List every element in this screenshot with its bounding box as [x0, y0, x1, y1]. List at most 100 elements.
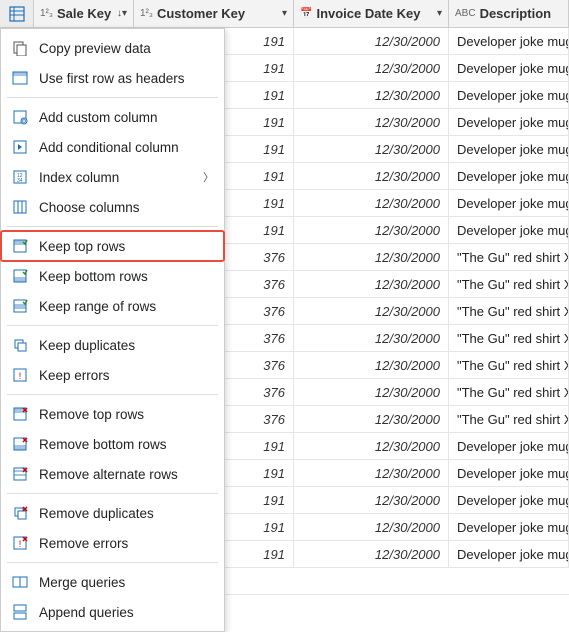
- column-header-customer-key[interactable]: 1²₃ Customer Key ▾: [134, 0, 294, 27]
- menu-keep-duplicates[interactable]: Keep duplicates: [1, 330, 224, 360]
- cell-description: "The Gu" red shirt X: [449, 352, 569, 379]
- menu-label: Keep range of rows: [39, 299, 214, 314]
- column-header-row: 1²₃ Sale Key ↓▾ 1²₃ Customer Key ▾ 📅 Inv…: [0, 0, 569, 28]
- remove-bottom-rows-icon: [11, 435, 29, 453]
- menu-separator: [7, 562, 218, 563]
- menu-label: Remove top rows: [39, 407, 214, 422]
- menu-keep-bottom-rows[interactable]: Keep bottom rows: [1, 261, 224, 291]
- cell-invoice-date-key: 12/30/2000: [294, 379, 449, 406]
- table-corner-button[interactable]: [0, 0, 34, 27]
- cell-invoice-date-key: 12/30/2000: [294, 352, 449, 379]
- menu-label: Remove duplicates: [39, 506, 214, 521]
- cell-description: "The Gu" red shirt X: [449, 271, 569, 298]
- column-header-invoice-date-key[interactable]: 📅 Invoice Date Key ▾: [294, 0, 449, 27]
- menu-index-column[interactable]: 1234 Index column 〉: [1, 162, 224, 192]
- menu-separator: [7, 325, 218, 326]
- keep-bottom-rows-icon: [11, 267, 29, 285]
- menu-use-first-row-as-headers[interactable]: Use first row as headers: [1, 63, 224, 93]
- cell-description: Developer joke mug: [449, 514, 569, 541]
- menu-label: Copy preview data: [39, 41, 214, 56]
- cell-description: Developer joke mug: [449, 190, 569, 217]
- svg-text:34: 34: [17, 178, 23, 184]
- copy-icon: [11, 39, 29, 57]
- menu-label: Remove errors: [39, 536, 214, 551]
- cell-invoice-date-key: 12/30/2000: [294, 541, 449, 568]
- cell-invoice-date-key: 12/30/2000: [294, 136, 449, 163]
- menu-remove-bottom-rows[interactable]: Remove bottom rows: [1, 429, 224, 459]
- table-context-menu: Copy preview data Use first row as heade…: [0, 28, 225, 632]
- cell-description: "The Gu" red shirt X: [449, 244, 569, 271]
- cell-description: Developer joke mug: [449, 82, 569, 109]
- column-header-description[interactable]: ABC Description: [449, 0, 569, 27]
- menu-append-queries[interactable]: Append queries: [1, 597, 224, 627]
- column-label: Description: [480, 6, 552, 21]
- menu-choose-columns[interactable]: Choose columns: [1, 192, 224, 222]
- sort-descending-icon[interactable]: ↓▾: [117, 8, 127, 19]
- menu-keep-errors[interactable]: ! Keep errors: [1, 360, 224, 390]
- column-label: Customer Key: [157, 6, 245, 21]
- menu-keep-range-of-rows[interactable]: Keep range of rows: [1, 291, 224, 321]
- cell-description: Developer joke mug: [449, 460, 569, 487]
- number-type-icon: 1²₃: [140, 8, 153, 19]
- menu-remove-duplicates[interactable]: Remove duplicates: [1, 498, 224, 528]
- conditional-column-icon: [11, 138, 29, 156]
- menu-label: Remove bottom rows: [39, 437, 214, 452]
- remove-alternate-rows-icon: [11, 465, 29, 483]
- menu-copy-preview-data[interactable]: Copy preview data: [1, 33, 224, 63]
- menu-keep-top-rows[interactable]: Keep top rows: [1, 231, 224, 261]
- keep-top-rows-icon: [11, 237, 29, 255]
- column-header-sale-key[interactable]: 1²₃ Sale Key ↓▾: [34, 0, 134, 27]
- index-column-icon: 1234: [11, 168, 29, 186]
- menu-remove-errors[interactable]: ! Remove errors: [1, 528, 224, 558]
- cell-description: Developer joke mug: [449, 55, 569, 82]
- cell-invoice-date-key: 12/30/2000: [294, 325, 449, 352]
- number-type-icon: 1²₃: [40, 8, 53, 19]
- menu-add-custom-column[interactable]: ⚙ Add custom column: [1, 102, 224, 132]
- cell-invoice-date-key: 12/30/2000: [294, 190, 449, 217]
- merge-queries-icon: [11, 573, 29, 591]
- cell-invoice-date-key: 12/30/2000: [294, 406, 449, 433]
- cell-description: Developer joke mug: [449, 163, 569, 190]
- text-type-icon: ABC: [455, 8, 476, 19]
- dropdown-icon[interactable]: ▾: [437, 8, 442, 19]
- cell-description: Developer joke mug: [449, 433, 569, 460]
- menu-label: Use first row as headers: [39, 71, 214, 86]
- menu-label: Keep bottom rows: [39, 269, 214, 284]
- cell-description: Developer joke mug: [449, 136, 569, 163]
- menu-label: Merge queries: [39, 575, 214, 590]
- cell-description: "The Gu" red shirt X: [449, 298, 569, 325]
- menu-label: Add custom column: [39, 110, 214, 125]
- cell-invoice-date-key: 12/30/2000: [294, 514, 449, 541]
- cell-description: "The Gu" red shirt X: [449, 325, 569, 352]
- cell-invoice-date-key: 12/30/2000: [294, 298, 449, 325]
- cell-invoice-date-key: 12/30/2000: [294, 460, 449, 487]
- menu-label: Keep top rows: [39, 239, 214, 254]
- menu-label: Remove alternate rows: [39, 467, 214, 482]
- menu-merge-queries[interactable]: Merge queries: [1, 567, 224, 597]
- cell-invoice-date-key: 12/30/2000: [294, 55, 449, 82]
- cell-description: Developer joke mug: [449, 541, 569, 568]
- remove-duplicates-icon: [11, 504, 29, 522]
- choose-columns-icon: [11, 198, 29, 216]
- menu-remove-alternate-rows[interactable]: Remove alternate rows: [1, 459, 224, 489]
- column-label: Sale Key: [57, 6, 111, 21]
- menu-label: Append queries: [39, 605, 214, 620]
- submenu-arrow-icon: 〉: [203, 169, 214, 185]
- menu-separator: [7, 226, 218, 227]
- cell-invoice-date-key: 12/30/2000: [294, 217, 449, 244]
- menu-add-conditional-column[interactable]: Add conditional column: [1, 132, 224, 162]
- cell-invoice-date-key: 12/30/2000: [294, 487, 449, 514]
- column-label: Invoice Date Key: [316, 6, 420, 21]
- append-queries-icon: [11, 603, 29, 621]
- menu-separator: [7, 394, 218, 395]
- menu-label: Index column: [39, 170, 193, 185]
- cell-invoice-date-key: 12/30/2000: [294, 109, 449, 136]
- cell-invoice-date-key: 12/30/2000: [294, 433, 449, 460]
- keep-errors-icon: !: [11, 366, 29, 384]
- menu-label: Keep errors: [39, 368, 214, 383]
- svg-text:!: !: [19, 371, 22, 381]
- dropdown-icon[interactable]: ▾: [282, 8, 287, 19]
- menu-separator: [7, 97, 218, 98]
- date-type-icon: 📅: [300, 8, 312, 19]
- menu-remove-top-rows[interactable]: Remove top rows: [1, 399, 224, 429]
